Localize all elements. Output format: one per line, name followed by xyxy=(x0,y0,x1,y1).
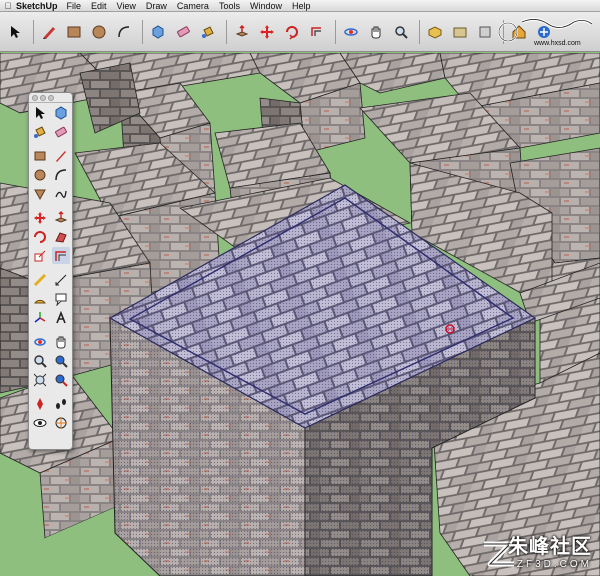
palette-row xyxy=(29,208,72,227)
move-icon[interactable] xyxy=(256,21,278,43)
menu-edit[interactable]: Edit xyxy=(91,1,107,11)
palette-row xyxy=(29,370,72,389)
palette-row xyxy=(29,122,72,141)
model-viewport[interactable] xyxy=(0,53,600,576)
palette-row xyxy=(29,184,72,203)
toolbar-separator xyxy=(226,19,227,44)
circle-icon[interactable] xyxy=(88,21,110,43)
eraser-icon[interactable] xyxy=(52,123,70,140)
palette-row xyxy=(29,146,72,165)
select-arrow-icon[interactable] xyxy=(4,21,26,43)
eraser-icon[interactable] xyxy=(172,21,194,43)
tape-measure-icon[interactable] xyxy=(31,271,49,288)
axes-icon[interactable] xyxy=(31,309,49,326)
push-pull-icon[interactable] xyxy=(231,21,253,43)
palette-row xyxy=(29,227,72,246)
palette-titlebar[interactable] xyxy=(29,93,72,103)
look-around-icon[interactable] xyxy=(31,414,49,431)
zoom-extents-icon[interactable] xyxy=(31,371,49,388)
paint-bucket-icon[interactable] xyxy=(197,21,219,43)
select-arrow-icon[interactable] xyxy=(31,104,49,121)
palette-row xyxy=(29,246,72,265)
menu-bar:  SketchUp File Edit View Draw Camera To… xyxy=(0,0,600,12)
palette-row xyxy=(29,165,72,184)
watermark-english: ZF3D.COM xyxy=(516,559,592,570)
watermark-url: www.hxsd.com xyxy=(533,40,581,47)
follow-me-icon[interactable] xyxy=(52,228,70,245)
tool-palette[interactable] xyxy=(28,92,73,450)
menu-camera[interactable]: Camera xyxy=(177,1,209,11)
zoom-icon[interactable] xyxy=(390,21,412,43)
palette-row xyxy=(29,413,72,432)
rotate-icon[interactable] xyxy=(281,21,303,43)
menu-view[interactable]: View xyxy=(117,1,136,11)
make-component-icon[interactable] xyxy=(52,104,70,121)
walk-icon[interactable] xyxy=(52,395,70,412)
offset-icon[interactable] xyxy=(306,21,328,43)
previous-icon[interactable] xyxy=(52,371,70,388)
zoom-window-icon[interactable] xyxy=(52,352,70,369)
previous-view-icon[interactable] xyxy=(449,21,471,43)
pan-hand-icon[interactable] xyxy=(365,21,387,43)
zoom-icon[interactable] xyxy=(48,94,54,101)
watermark-chinese: 朱峰社区 xyxy=(508,536,592,558)
zf3d-watermark: 朱峰社区 ZF3D.COM xyxy=(508,530,592,570)
app-menu[interactable]: SketchUp xyxy=(16,1,58,11)
toolbar-separator xyxy=(33,19,34,44)
scene-svg xyxy=(0,53,600,576)
palette-row xyxy=(29,394,72,413)
next-view-icon[interactable] xyxy=(474,21,496,43)
position-camera-icon[interactable] xyxy=(31,395,49,412)
toolbar-separator xyxy=(419,19,420,44)
rotate-icon[interactable] xyxy=(31,228,49,245)
menu-tools[interactable]: Tools xyxy=(219,1,240,11)
arc-icon[interactable] xyxy=(113,21,135,43)
palette-row xyxy=(29,332,72,351)
rectangle-icon[interactable] xyxy=(63,21,85,43)
move-icon[interactable] xyxy=(31,209,49,226)
dimension-icon[interactable] xyxy=(52,271,70,288)
paint-bucket-icon[interactable] xyxy=(31,123,49,140)
zoom-icon[interactable] xyxy=(31,352,49,369)
3d-text-icon[interactable] xyxy=(52,309,70,326)
orbit-icon[interactable] xyxy=(340,21,362,43)
palette-row xyxy=(29,289,72,308)
close-icon[interactable] xyxy=(32,94,38,101)
hxsd-watermark-logo: www.hxsd.com xyxy=(496,12,596,52)
palette-row xyxy=(29,351,72,370)
pencil-icon[interactable] xyxy=(38,21,60,43)
text-icon[interactable] xyxy=(52,290,70,307)
apple-icon[interactable]:  xyxy=(0,1,16,11)
palette-row xyxy=(29,270,72,289)
palette-row xyxy=(29,103,72,122)
offset-icon[interactable] xyxy=(52,247,71,264)
palette-row xyxy=(29,308,72,327)
polygon-icon[interactable] xyxy=(31,185,49,202)
pan-icon[interactable] xyxy=(52,333,70,350)
circle-icon[interactable] xyxy=(31,166,49,183)
section-plane-icon[interactable] xyxy=(52,414,70,431)
protractor-icon[interactable] xyxy=(31,290,49,307)
orbit-icon[interactable] xyxy=(31,333,49,350)
arc-icon[interactable] xyxy=(52,166,70,183)
menu-window[interactable]: Window xyxy=(250,1,282,11)
menu-help[interactable]: Help xyxy=(292,1,311,11)
rectangle-icon[interactable] xyxy=(31,147,49,164)
toolbar-separator xyxy=(335,19,336,44)
freehand-icon[interactable] xyxy=(52,185,70,202)
menu-draw[interactable]: Draw xyxy=(146,1,167,11)
scale-icon[interactable] xyxy=(31,247,49,264)
minimize-icon[interactable] xyxy=(40,94,46,101)
toolbar-separator xyxy=(142,19,143,44)
menu-file[interactable]: File xyxy=(67,1,82,11)
make-component-icon[interactable] xyxy=(147,21,169,43)
line-icon[interactable] xyxy=(52,147,70,164)
push-pull-icon[interactable] xyxy=(52,209,70,226)
zoom-extents-icon[interactable] xyxy=(424,21,446,43)
